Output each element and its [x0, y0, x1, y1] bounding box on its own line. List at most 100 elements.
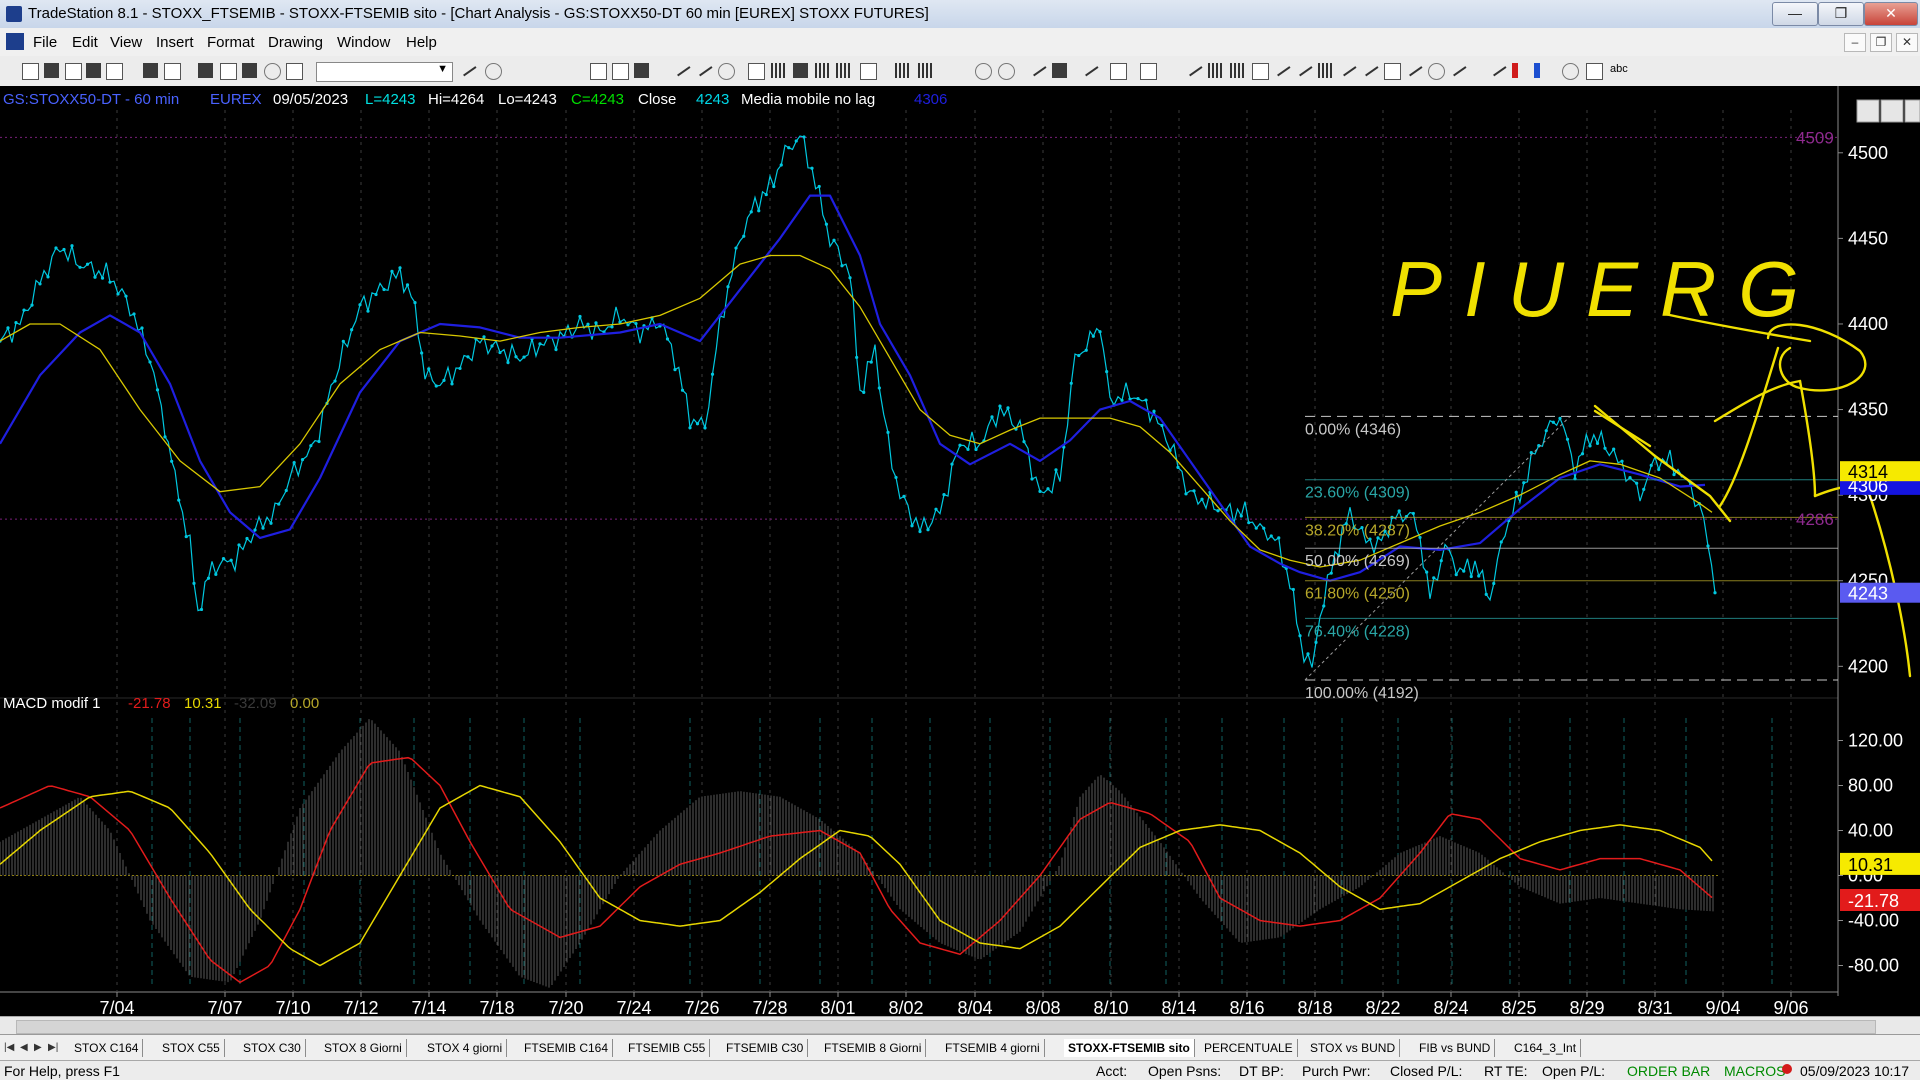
zoom-out-icon[interactable] — [998, 63, 1015, 80]
channel-icon[interactable] — [1338, 59, 1357, 77]
insert-indicator-icon[interactable] — [672, 59, 691, 77]
menu-insert[interactable]: Insert — [156, 34, 194, 51]
oscillator-icon[interactable] — [836, 63, 851, 78]
zoom-in-icon[interactable] — [975, 63, 992, 80]
restore-button[interactable]: ❐ — [1818, 2, 1864, 26]
vertical-line-icon[interactable] — [1208, 63, 1223, 78]
sheet-tab[interactable]: FTSEMIB 8 Giorni — [820, 1039, 927, 1057]
scrollbar-thumb[interactable] — [16, 1020, 1876, 1034]
save-icon[interactable] — [86, 63, 101, 78]
chart-close-button[interactable] — [1904, 99, 1920, 123]
price-line[interactable] — [0, 135, 1716, 668]
chart-document-icon[interactable] — [6, 33, 24, 50]
menu-window[interactable]: Window — [337, 34, 390, 51]
mdi-close-button[interactable]: ✕ — [1896, 33, 1918, 52]
menu-file[interactable]: File — [33, 34, 57, 51]
refresh-icon[interactable] — [718, 63, 735, 80]
prev-tab-icon[interactable]: ◀ — [20, 1042, 28, 1053]
pencil-icon[interactable] — [1488, 59, 1507, 77]
tools-icon[interactable] — [1080, 59, 1099, 77]
extension-icon[interactable] — [1384, 63, 1401, 80]
lock-icon[interactable] — [242, 63, 257, 78]
open-workspace-icon[interactable] — [65, 63, 82, 80]
handwritten-annotation[interactable]: PIUERG — [1390, 245, 1912, 678]
menu-help[interactable]: Help — [406, 34, 437, 51]
rectangle-icon[interactable] — [1586, 63, 1603, 80]
sheet-tab[interactable]: FTSEMIB C30 — [722, 1039, 809, 1057]
sheet-tab[interactable]: FTSEMIB C164 — [520, 1039, 614, 1057]
chart-minimize-button[interactable] — [1856, 99, 1880, 123]
last-tab-icon[interactable]: ▶| — [48, 1042, 58, 1053]
text-icon[interactable]: abc — [1610, 63, 1632, 78]
andrews-pitchfork-icon[interactable] — [1318, 63, 1333, 78]
horizontal-line-icon[interactable] — [1230, 63, 1245, 78]
ellipse-icon[interactable] — [1562, 63, 1579, 80]
search-icon[interactable] — [485, 63, 502, 80]
macros-button[interactable]: MACROS — [1724, 1063, 1785, 1079]
menu-edit[interactable]: Edit — [72, 34, 98, 51]
sheet-tab[interactable]: PERCENTUALE — [1200, 1039, 1298, 1057]
sheet-tab-active[interactable]: STOXX-FTSEMIB sito — [1064, 1039, 1195, 1057]
arc-icon[interactable] — [1428, 63, 1445, 80]
pointer-icon[interactable] — [1028, 59, 1047, 77]
price-pane[interactable] — [0, 135, 1838, 668]
menu-format[interactable]: Format — [207, 34, 255, 51]
sheet-tab[interactable]: FTSEMIB 4 giorni — [941, 1039, 1045, 1057]
volume-icon[interactable] — [815, 63, 830, 78]
save-all-icon[interactable] — [106, 63, 123, 80]
mdi-restore-button[interactable]: ❐ — [1870, 33, 1892, 52]
data-window-icon[interactable] — [860, 63, 877, 80]
sheet-tab[interactable]: FIB vs BUND — [1415, 1039, 1496, 1057]
minimize-button[interactable]: — — [1772, 2, 1818, 26]
format-symbol-icon[interactable] — [612, 63, 629, 80]
insert-strategy-icon[interactable] — [694, 59, 713, 77]
select-icon[interactable] — [1052, 63, 1067, 78]
up-arrow-icon[interactable] — [1534, 63, 1540, 78]
chart-restore-button[interactable] — [1880, 99, 1904, 123]
fibonacci-icon[interactable] — [1252, 63, 1269, 80]
expand-icon[interactable] — [1140, 63, 1157, 80]
menu-view[interactable]: View — [110, 34, 142, 51]
sheet-tab[interactable]: C164_3_Int — [1510, 1039, 1582, 1057]
globe-icon[interactable] — [264, 63, 281, 80]
sheet-tab[interactable]: STOX C164 — [70, 1039, 144, 1057]
close-button[interactable]: ✕ — [1864, 2, 1918, 26]
sheet-tab[interactable]: STOX 4 giorni — [423, 1039, 508, 1057]
chart-canvas[interactable]: 0.00% (4346) 23.60% (4309) 38.20% (4287) 50… — [0, 86, 1920, 1018]
sheet-tab[interactable]: FTSEMIB C55 — [624, 1039, 711, 1057]
next-tab-icon[interactable]: ▶ — [34, 1042, 42, 1053]
chart-window-icon[interactable] — [198, 63, 213, 78]
sheet-tab[interactable]: STOX vs BUND — [1306, 1039, 1401, 1057]
regression-icon[interactable] — [1360, 59, 1379, 77]
radarscreen-icon[interactable] — [220, 63, 237, 80]
new-icon[interactable] — [22, 63, 39, 80]
gann-fan-icon[interactable] — [1294, 59, 1313, 77]
first-tab-icon[interactable]: |◀ — [4, 1042, 14, 1053]
horizontal-scrollbar[interactable] — [0, 1016, 1920, 1035]
format-window-icon[interactable] — [590, 63, 607, 80]
zoom-bars-icon[interactable] — [895, 63, 910, 78]
chart-area[interactable]: 0.00% (4346) 23.60% (4309) 38.20% (4287) 50… — [0, 86, 1920, 1018]
order-bar-button[interactable]: ORDER BAR — [1627, 1063, 1710, 1079]
sheet-tab[interactable]: STOX 8 Giorni — [320, 1039, 407, 1057]
sheet-tab[interactable]: STOX C55 — [158, 1039, 225, 1057]
arrow-right-icon[interactable] — [458, 59, 477, 77]
mdi-minimize-button[interactable]: – — [1844, 33, 1866, 52]
format-indicator-icon[interactable] — [634, 63, 649, 78]
line-chart-icon[interactable] — [793, 63, 808, 78]
trendline-icon[interactable] — [1184, 59, 1203, 77]
bar-chart-icon[interactable] — [748, 63, 765, 80]
symbol-combo[interactable]: ▼ — [316, 62, 453, 82]
macd-pane[interactable] — [0, 719, 1720, 988]
candlestick-icon[interactable] — [771, 63, 786, 78]
open-icon[interactable] — [44, 63, 59, 78]
menu-drawing[interactable]: Drawing — [268, 34, 323, 51]
insert-analysis-icon[interactable] — [1110, 63, 1127, 80]
speedline-icon[interactable] — [1272, 59, 1291, 77]
sheet-tab[interactable]: STOX C30 — [239, 1039, 306, 1057]
down-arrow-icon[interactable] — [1512, 63, 1518, 78]
print-preview-icon[interactable] — [143, 63, 158, 78]
freehand-icon[interactable] — [1448, 59, 1467, 77]
space-bars-icon[interactable] — [918, 63, 933, 78]
ray-icon[interactable] — [1404, 59, 1423, 77]
